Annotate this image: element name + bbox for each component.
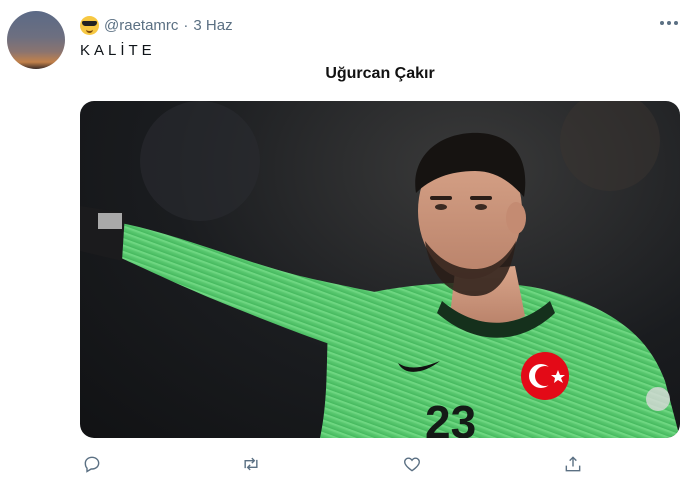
media-caption: Uğurcan Çakır [325, 65, 435, 82]
tweet-header: @raetamrc · 3 Haz [80, 14, 233, 36]
goalkeeper-photo: 23 [80, 101, 680, 438]
tweet-photo[interactable]: 23 [80, 101, 680, 438]
retweet-icon[interactable] [239, 452, 263, 476]
share-icon[interactable] [561, 452, 585, 476]
tweet-actions [80, 452, 600, 480]
jersey-number: 23 [425, 396, 476, 438]
user-handle[interactable]: @raetamrc [104, 17, 178, 34]
tweet-date[interactable]: 3 Haz [193, 17, 232, 34]
reply-icon[interactable] [80, 452, 104, 476]
avatar[interactable] [7, 11, 65, 69]
separator-dot: · [183, 16, 189, 34]
sunglasses-emoji-icon [80, 15, 99, 35]
more-options-icon[interactable] [657, 18, 681, 28]
tweet-text: KALİTE [80, 42, 156, 59]
heart-icon[interactable] [400, 452, 424, 476]
